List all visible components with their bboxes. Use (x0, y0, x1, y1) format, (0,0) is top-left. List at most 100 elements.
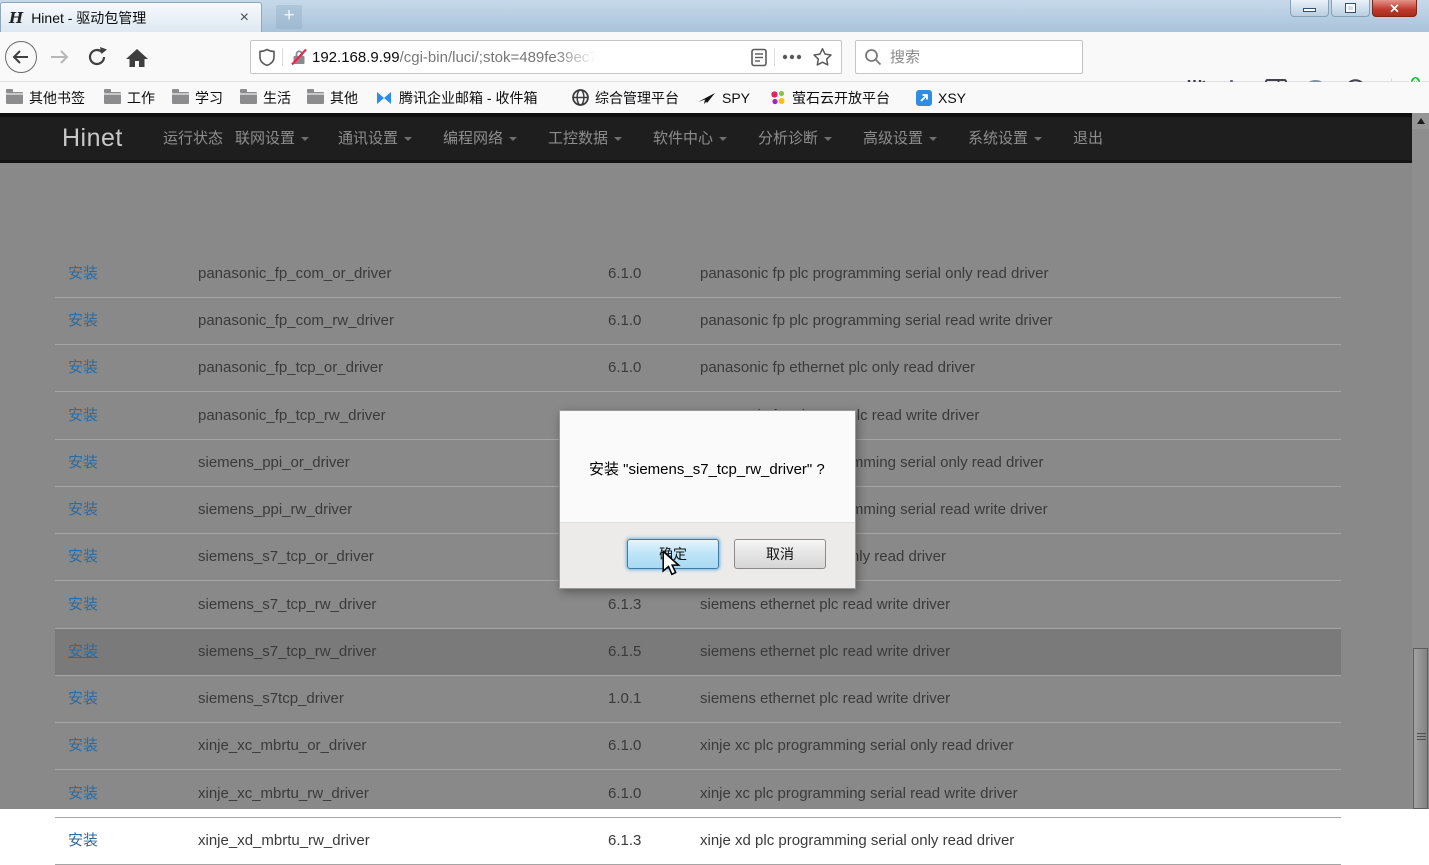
install-link[interactable]: 安装 (68, 771, 98, 817)
urlbar-divider (774, 48, 775, 66)
nav-menu-item-5[interactable]: 软件中心 (653, 117, 727, 160)
tab-title: Hinet - 驱动包管理 (31, 8, 235, 28)
driver-name: siemens_s7_tcp_rw_driver (198, 582, 376, 628)
table-row: 安装 siemens_s7tcp_driver 1.0.1 siemens et… (55, 676, 1341, 723)
url-bar[interactable]: 192.168.9.99/cgi-bin/luci/;stok=489fe39e… (250, 40, 842, 74)
bookmark-ezviz-platform[interactable]: 萤石云开放平台 (770, 82, 890, 113)
install-link[interactable]: 安装 (68, 818, 98, 864)
driver-name: panasonic_fp_com_rw_driver (198, 298, 394, 344)
close-button[interactable]: ✕ (1372, 0, 1417, 17)
home-button[interactable] (120, 40, 154, 74)
nav-menu-item-7[interactable]: 高级设置 (863, 117, 937, 160)
page-actions-icon[interactable] (782, 54, 802, 60)
driver-name: panasonic_fp_com_or_driver (198, 251, 391, 297)
bookmark-mgmt-platform[interactable]: 综合管理平台 (572, 82, 679, 113)
scrollbar-thumb[interactable] (1413, 648, 1428, 809)
scrollbar-grip-icon (1417, 733, 1426, 742)
scroll-up-button[interactable] (1412, 113, 1429, 129)
nav-menu-label: 工控数据 (548, 130, 608, 147)
install-link[interactable]: 安装 (68, 534, 98, 580)
driver-version: 6.1.0 (608, 771, 641, 817)
nav-menu-item-1[interactable]: 联网设置 (235, 117, 309, 160)
restore-button[interactable] (1331, 0, 1370, 17)
nav-menu-label: 高级设置 (863, 130, 923, 147)
nav-menu-item-3[interactable]: 编程网络 (443, 117, 517, 160)
driver-name: panasonic_fp_tcp_or_driver (198, 345, 383, 391)
close-icon: ✕ (1389, 2, 1400, 15)
tracking-shield-icon[interactable] (259, 48, 275, 67)
bookmark-xsy[interactable]: XSY (916, 82, 966, 113)
bookmark-folder-work[interactable]: 工作 (104, 82, 155, 113)
restore-icon (1346, 4, 1355, 12)
bookmark-spy[interactable]: SPY (697, 82, 750, 113)
driver-version: 6.1.0 (608, 298, 641, 344)
bookmark-folder-study[interactable]: 学习 (172, 82, 223, 113)
install-link[interactable]: 安装 (68, 723, 98, 769)
new-tab-button[interactable]: + (276, 5, 302, 29)
bookmark-folder-life[interactable]: 生活 (240, 82, 291, 113)
install-link[interactable]: 安装 (68, 629, 98, 675)
bookmark-label: 其他书签 (29, 88, 85, 108)
home-icon (125, 47, 149, 68)
forward-button[interactable] (42, 40, 76, 74)
install-link[interactable]: 安装 (68, 582, 98, 628)
tab-close-icon[interactable]: × (236, 9, 253, 27)
dialog-message: 安装 "siemens_s7_tcp_rw_driver" ? (589, 458, 825, 479)
driver-name: siemens_s7tcp_driver (198, 676, 344, 722)
site-navbar: Hinet 运行状态 联网设置 通讯设置 编程网络 工控数据 软件中心 分析诊断… (0, 113, 1412, 163)
reload-button[interactable] (80, 40, 114, 74)
nav-menu-item-4[interactable]: 工控数据 (548, 117, 622, 160)
bookmark-star-icon[interactable] (812, 47, 833, 67)
bookmark-tencent-mail[interactable]: 腾讯企业邮箱 - 收件箱 (375, 82, 537, 113)
chevron-down-icon (1034, 137, 1042, 141)
driver-name: xinje_xd_mbrtu_rw_driver (198, 818, 370, 864)
bookmark-label: SPY (722, 90, 750, 106)
chevron-down-icon (301, 137, 309, 141)
nav-menu-label: 退出 (1073, 130, 1103, 147)
driver-description: panasonic fp ethernet plc only read driv… (700, 345, 975, 391)
nav-menu-label: 运行状态 (163, 130, 223, 147)
arrow-up-icon (1417, 118, 1425, 124)
install-link[interactable]: 安装 (68, 251, 98, 297)
install-link[interactable]: 安装 (68, 440, 98, 486)
back-button[interactable] (4, 40, 38, 74)
install-link[interactable]: 安装 (68, 298, 98, 344)
bookmark-label: 生活 (263, 88, 291, 108)
driver-name: xinje_xc_mbrtu_or_driver (198, 723, 366, 769)
chevron-down-icon (404, 137, 412, 141)
search-icon (864, 48, 882, 66)
nav-menu-item-6[interactable]: 分析诊断 (758, 117, 832, 160)
nav-menu-item-8[interactable]: 系统设置 (968, 117, 1042, 160)
bookmarks-bar: 其他书签 工作 学习 生活 其他 腾讯企业邮箱 - 收件箱 综合管理平台 SPY… (0, 82, 1429, 113)
nav-menu-item-0[interactable]: 运行状态 (163, 117, 223, 160)
vertical-scrollbar[interactable] (1412, 113, 1429, 809)
nav-menu-label: 分析诊断 (758, 130, 818, 147)
nav-menu-item-9[interactable]: 退出 (1073, 117, 1103, 160)
reader-mode-icon[interactable] (751, 48, 767, 67)
install-link[interactable]: 安装 (68, 676, 98, 722)
install-link[interactable]: 安装 (68, 487, 98, 533)
bookmark-folder-other-bookmarks[interactable]: 其他书签 (6, 82, 85, 113)
folder-icon (240, 92, 257, 104)
chevron-down-icon (509, 137, 517, 141)
chevron-down-icon (719, 137, 727, 141)
browser-tab[interactable]: H Hinet - 驱动包管理 × (0, 2, 262, 32)
install-link[interactable]: 安装 (68, 393, 98, 439)
window-titlebar: H Hinet - 驱动包管理 × + ✕ (0, 0, 1429, 32)
browser-toolbar: 192.168.9.99/cgi-bin/luci/;stok=489fe39e… (0, 32, 1429, 82)
driver-description: xinje xc plc programming serial read wri… (700, 771, 1018, 817)
nav-menu-label: 通讯设置 (338, 130, 398, 147)
folder-icon (172, 92, 189, 104)
chevron-down-icon (824, 137, 832, 141)
insecure-lock-icon[interactable] (290, 48, 308, 66)
driver-description: siemens ethernet plc read write driver (700, 676, 950, 722)
search-input[interactable] (855, 40, 1083, 74)
nav-menu-label: 系统设置 (968, 130, 1028, 147)
minimize-button[interactable] (1290, 0, 1329, 17)
mouse-cursor (661, 550, 685, 578)
chevron-down-icon (929, 137, 937, 141)
bookmark-folder-misc[interactable]: 其他 (307, 82, 358, 113)
nav-menu-item-2[interactable]: 通讯设置 (338, 117, 412, 160)
cancel-button[interactable]: 取消 (734, 539, 826, 569)
install-link[interactable]: 安装 (68, 345, 98, 391)
